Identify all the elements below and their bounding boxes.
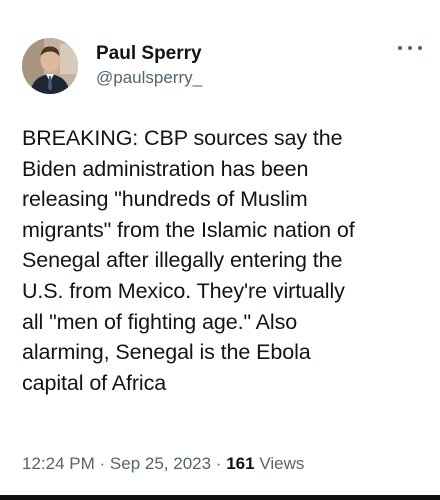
tweet-time[interactable]: 12:24 PM bbox=[22, 454, 95, 473]
tweet-card: Paul Sperry @paulsperry_ BREAKING: CBP s… bbox=[0, 0, 440, 500]
views-count: 161 bbox=[226, 454, 255, 473]
bottom-divider bbox=[0, 495, 440, 500]
author-names: Paul Sperry @paulsperry_ bbox=[96, 42, 202, 90]
avatar-photo-icon bbox=[22, 38, 78, 94]
tweet-header: Paul Sperry @paulsperry_ bbox=[22, 38, 422, 96]
user-handle[interactable]: @paulsperry_ bbox=[96, 66, 202, 90]
avatar[interactable] bbox=[22, 38, 78, 94]
more-dot bbox=[418, 46, 422, 50]
tweet-meta: 12:24 PM · Sep 25, 2023 · 161 Views bbox=[22, 452, 304, 476]
more-dot bbox=[408, 46, 412, 50]
views-label: Views bbox=[259, 454, 305, 473]
tweet-date[interactable]: Sep 25, 2023 bbox=[110, 454, 211, 473]
meta-separator: · bbox=[99, 454, 106, 473]
more-dot bbox=[398, 46, 402, 50]
display-name[interactable]: Paul Sperry bbox=[96, 42, 202, 66]
tweet-text: BREAKING: CBP sources say the Biden admi… bbox=[22, 126, 355, 395]
more-options-icon[interactable] bbox=[398, 40, 422, 56]
meta-separator: · bbox=[215, 454, 222, 473]
